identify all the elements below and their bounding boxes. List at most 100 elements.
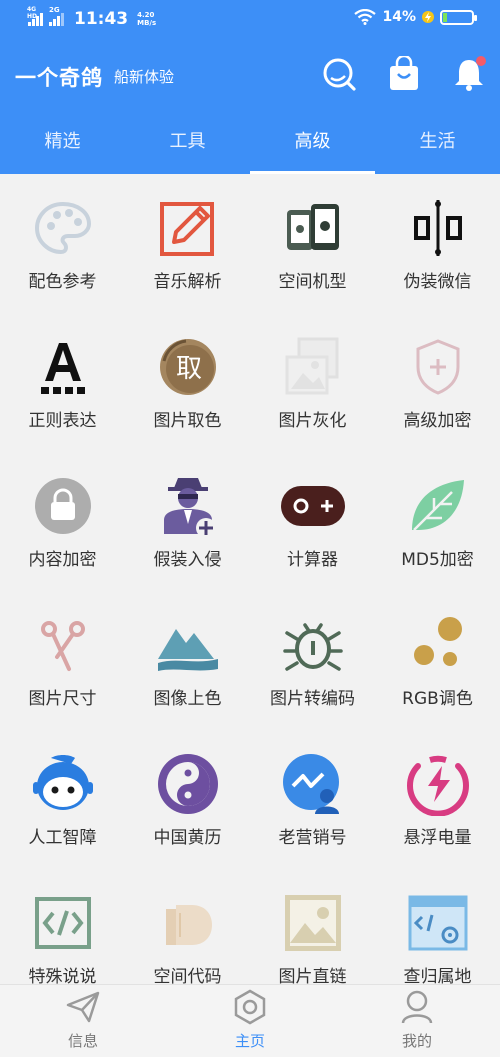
tab-advanced[interactable]: 高级	[250, 112, 375, 174]
grid-item-label: 空间代码	[153, 967, 222, 984]
grid-item-color-reference[interactable]: 配色参考	[0, 174, 125, 313]
lock-icon	[35, 478, 91, 534]
grid-item-image-direct-link[interactable]: 图片直链	[250, 869, 375, 984]
grid-item-music-parse[interactable]: 音乐解析	[125, 174, 250, 313]
net-speed-value: 4.20	[137, 11, 155, 19]
code-icon	[35, 897, 91, 949]
shopping-bag-icon[interactable]	[386, 56, 422, 92]
grid-item-floating-battery[interactable]: 悬浮电量	[375, 730, 500, 869]
grid-item-fake-hack[interactable]: 假装入侵	[125, 452, 250, 591]
hexagon-icon	[234, 989, 266, 1025]
grid-item-ai-bot[interactable]: 人工智障	[0, 730, 125, 869]
app-title: 一个奇鸽	[15, 66, 103, 90]
net-speed: 4.20 MB/s	[137, 11, 156, 27]
grid-item-label: 悬浮电量	[403, 828, 472, 848]
svg-text:取: 取	[176, 354, 202, 384]
grid-item-label: 老营销号	[278, 828, 347, 848]
shield-plus-icon	[416, 339, 460, 395]
yinyang-icon	[158, 754, 218, 814]
grid-item-chinese-almanac[interactable]: 中国黄历	[125, 730, 250, 869]
phones-icon	[287, 204, 339, 250]
grid-item-label: 假装入侵	[153, 550, 222, 570]
grid-item-label: 人工智障	[28, 828, 97, 848]
grid-item-label: 图片转编码	[270, 689, 355, 709]
grid-item-rgb-color[interactable]: RGB调色	[375, 591, 500, 730]
grid-item-space-model[interactable]: 空间机型	[250, 174, 375, 313]
grid-item-label: 配色参考	[28, 272, 97, 292]
grid-item-label: 空间机型	[278, 272, 347, 292]
grid-item-label: 正则表达	[28, 411, 97, 431]
network-label-2: 2G	[49, 6, 60, 14]
grid-item-special-post[interactable]: 特殊说说	[0, 869, 125, 984]
grid-item-label: 图片直链	[278, 967, 347, 984]
grid-item-label: 图片灰化	[278, 411, 347, 431]
letter-a-icon	[41, 343, 85, 394]
grid-item-calculator[interactable]: 计算器	[250, 452, 375, 591]
net-speed-unit: MB/s	[137, 19, 157, 27]
grid-item-image-gray[interactable]: 图片灰化	[250, 313, 375, 452]
leaf-icon	[412, 480, 464, 531]
grid-item-label: 音乐解析	[153, 272, 222, 292]
nav-label: 信息	[67, 1032, 98, 1050]
hand-icon	[166, 905, 212, 945]
hacker-icon	[164, 478, 216, 538]
nav-profile[interactable]: 我的	[334, 985, 500, 1057]
status-right: 14%	[354, 9, 477, 25]
nav-label: 我的	[401, 1032, 432, 1050]
chart-user-icon	[283, 754, 339, 814]
app-subtitle: 船新体验	[114, 68, 175, 86]
browser-gear-icon	[408, 895, 468, 951]
grid-item-space-code[interactable]: 空间代码	[125, 869, 250, 984]
calculator-icon	[281, 486, 345, 526]
tab-tools[interactable]: 工具	[125, 112, 250, 174]
battery-bolt-icon	[407, 755, 469, 816]
grid-item-label: 高级加密	[403, 411, 472, 431]
search-icon[interactable]	[321, 56, 357, 92]
grid-item-label: 查归属地	[403, 967, 472, 984]
person-icon	[401, 990, 433, 1024]
dots-icon	[414, 617, 462, 666]
wifi-icon	[354, 9, 377, 25]
feature-grid: 配色参考 音乐解析 空间机型 伪装微信 正则表达 取 图片取色 图片灰化 高级加…	[0, 174, 500, 984]
nav-messages[interactable]: 信息	[0, 985, 166, 1057]
grid-item-content-encrypt[interactable]: 内容加密	[0, 452, 125, 591]
grid-item-label: 特殊说说	[28, 967, 97, 984]
grid-item-image-encode[interactable]: 图片转编码	[250, 591, 375, 730]
take-color-icon: 取	[160, 339, 216, 395]
grid-item-image-pick-color[interactable]: 取 图片取色	[125, 313, 250, 452]
nav-home[interactable]: 主页	[167, 985, 333, 1057]
picture-icon	[285, 895, 341, 951]
mountain-icon	[158, 629, 218, 671]
nav-label: 主页	[234, 1032, 265, 1050]
signal-icon: 4G HD	[27, 6, 43, 26]
status-left: 4G HD 2G 11:43 4.20 MB/s	[27, 6, 156, 29]
scissors-icon	[41, 621, 85, 671]
grid-item-image-size[interactable]: 图片尺寸	[0, 591, 125, 730]
grid-item-fake-wechat[interactable]: 伪装微信	[375, 174, 500, 313]
tab-life[interactable]: 生活	[375, 112, 500, 174]
bell-icon[interactable]	[451, 56, 487, 92]
palette-icon	[34, 201, 92, 255]
grid-item-md5-encrypt[interactable]: MD5加密	[375, 452, 500, 591]
grid-item-label: 内容加密	[28, 550, 97, 570]
grid-item-label: MD5加密	[401, 550, 474, 570]
grid-item-label: 图片取色	[153, 411, 222, 431]
battery-percent: 14%	[382, 9, 416, 25]
status-bar: 4G HD 2G 11:43 4.20 MB/s 14%	[0, 0, 500, 38]
tab-featured[interactable]: 精选	[0, 112, 125, 174]
grid-item-label: 图片尺寸	[28, 689, 97, 709]
pencil-icon	[160, 202, 214, 256]
grid-item-advanced-encrypt[interactable]: 高级加密	[375, 313, 500, 452]
app-header: 一个奇鸽 船新体验	[0, 38, 500, 112]
gray-image-icon	[285, 337, 339, 395]
grid-item-label: RGB调色	[402, 689, 473, 709]
grid-item-label: 中国黄历	[153, 828, 222, 848]
robot-icon	[33, 755, 93, 810]
grid-item-image-color[interactable]: 图像上色	[125, 591, 250, 730]
clock: 11:43	[74, 9, 129, 29]
grid-item-regex[interactable]: 正则表达	[0, 313, 125, 452]
charging-icon	[422, 11, 434, 23]
grid-item-marketing-account[interactable]: 老营销号	[250, 730, 375, 869]
grid-item-location-query[interactable]: 查归属地	[375, 869, 500, 984]
grid-item-label: 伪装微信	[403, 272, 472, 292]
